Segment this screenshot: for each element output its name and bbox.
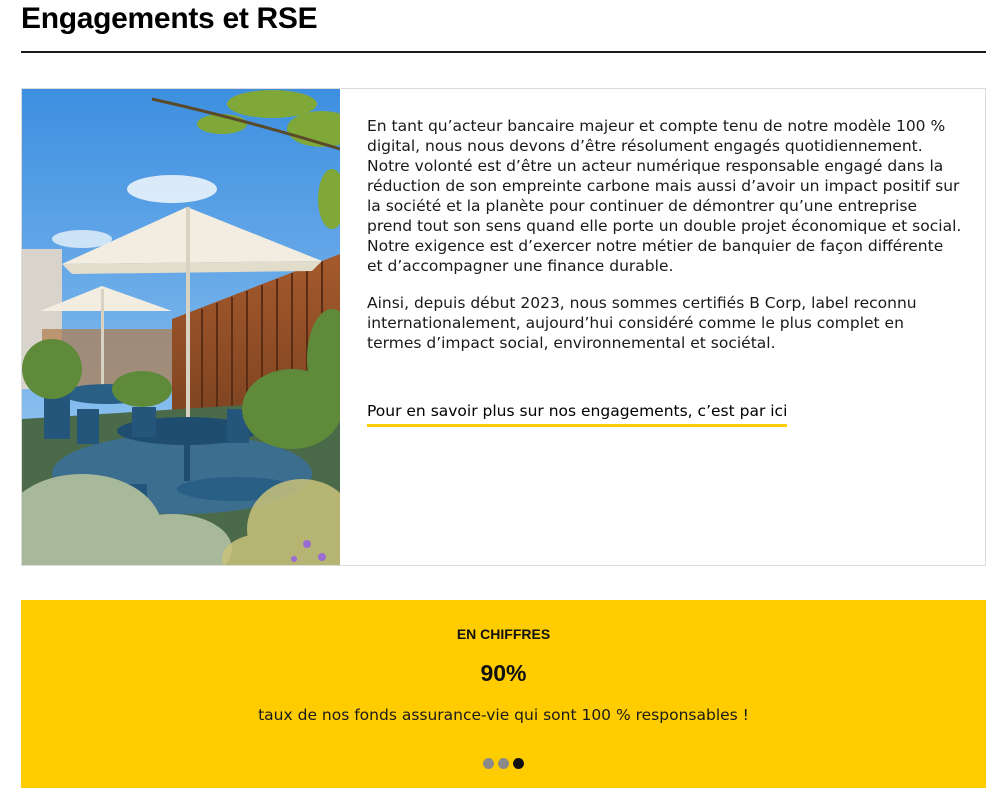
bcorp-paragraph: Ainsi, depuis début 2023, nous sommes ce… [367, 294, 917, 352]
title-divider [21, 51, 986, 53]
page-title: Engagements et RSE [21, 2, 318, 35]
card-description: En tant qu’acteur bancaire majeur et com… [367, 116, 962, 370]
intro-paragraph: En tant qu’acteur bancaire majeur et com… [367, 117, 962, 275]
stats-eyebrow: EN CHIFFRES [456, 626, 551, 642]
engagement-card: En tant qu’acteur bancaire majeur et com… [21, 88, 986, 566]
engagements-link[interactable]: Pour en savoir plus sur nos engagements,… [367, 402, 788, 427]
stats-banner: EN CHIFFRES 90% taux de nos fonds assura… [21, 600, 986, 788]
carousel-dot-1[interactable] [483, 758, 494, 769]
stats-caption: taux de nos fonds assurance-vie qui sont… [258, 706, 749, 724]
carousel-dot-2[interactable] [498, 758, 509, 769]
carousel-dots [21, 758, 986, 769]
carousel-dot-3[interactable] [513, 758, 524, 769]
stats-value: 90% [480, 660, 527, 686]
terrace-garden-photo [22, 89, 340, 565]
